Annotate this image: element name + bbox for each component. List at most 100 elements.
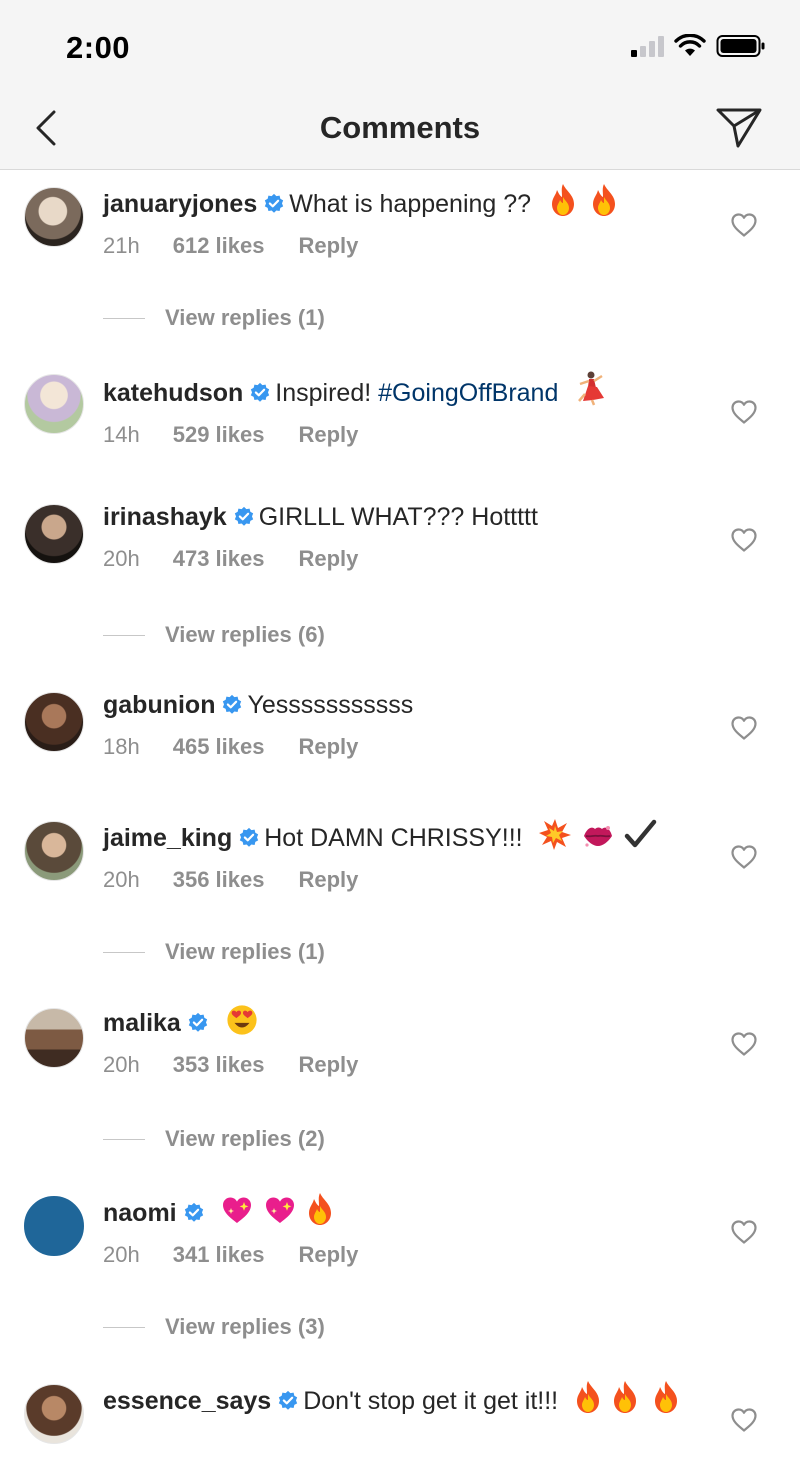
comment-likes[interactable]: 529 likes	[173, 422, 265, 448]
reply-button[interactable]: Reply	[298, 1052, 358, 1078]
comment-time: 14h	[103, 422, 140, 447]
view-replies-label: View replies (1)	[165, 939, 325, 964]
reply-button[interactable]: Reply	[298, 867, 358, 893]
view-replies-button[interactable]: View replies (6)	[103, 622, 325, 648]
cellular-signal-icon	[631, 35, 664, 57]
view-replies-label: View replies (2)	[165, 1126, 325, 1151]
divider-line	[103, 1138, 145, 1140]
comment-text: Yesssssssssss	[247, 691, 414, 719]
comment-item: essence_says Don't stop get it get it!!!	[0, 1380, 800, 1470]
share-button[interactable]	[714, 102, 764, 152]
check-mark-emoji-icon	[623, 817, 657, 851]
comment-likes[interactable]: 473 likes	[173, 546, 265, 572]
comment-time: 20h	[103, 546, 140, 571]
fire-emoji-icon	[589, 183, 619, 217]
comment-text: GIRLLL WHAT??? Hottttt	[258, 503, 538, 531]
wifi-icon	[674, 34, 706, 56]
view-replies-button[interactable]: View replies (2)	[103, 1126, 325, 1152]
comment-text: What is happening ??	[289, 190, 532, 218]
divider-line	[103, 317, 145, 319]
comment-time: 18h	[103, 734, 140, 759]
like-heart-icon[interactable]	[730, 1219, 758, 1245]
kiss-mark-emoji-icon	[581, 821, 615, 851]
status-time: 2:00	[66, 30, 131, 65]
comment-item: naomi 20h 341 likes Reply View replies (…	[0, 1192, 800, 1352]
avatar[interactable]	[24, 1008, 84, 1068]
comment-username[interactable]: essence_says	[103, 1387, 271, 1415]
comment-username[interactable]: jaime_king	[103, 824, 232, 852]
collision-emoji-icon	[538, 817, 572, 851]
comment-item: januaryjones What is happening ?? 21h 612…	[0, 183, 800, 343]
divider-line	[103, 634, 145, 636]
like-heart-icon[interactable]	[730, 1407, 758, 1433]
view-replies-button[interactable]: View replies (1)	[103, 939, 325, 965]
like-heart-icon[interactable]	[730, 399, 758, 425]
comment-username[interactable]: malika	[103, 1009, 181, 1037]
verified-badge-icon	[221, 694, 243, 716]
battery-icon	[716, 35, 765, 57]
status-bar: 2:00	[0, 0, 800, 88]
view-replies-label: View replies (1)	[165, 305, 325, 330]
verified-badge-icon	[238, 827, 260, 849]
status-icons	[631, 34, 766, 58]
comment-item: gabunion Yesssssssssss 18h 465 likes Repl…	[0, 688, 800, 788]
like-heart-icon[interactable]	[730, 527, 758, 553]
comment-item: irinashayk GIRLLL WHAT??? Hottttt 20h 473…	[0, 500, 800, 660]
comment-username[interactable]: gabunion	[103, 691, 215, 719]
avatar[interactable]	[24, 187, 84, 247]
verified-badge-icon	[277, 1390, 299, 1412]
comment-item: jaime_king Hot DAMN CHRISSY!!! 20h 356 li…	[0, 817, 800, 977]
comment-time: 20h	[103, 867, 140, 892]
reply-button[interactable]: Reply	[298, 546, 358, 572]
avatar[interactable]	[24, 1384, 84, 1444]
comment-likes[interactable]: 612 likes	[173, 233, 265, 259]
verified-badge-icon	[233, 506, 255, 528]
comment-likes[interactable]: 353 likes	[173, 1052, 265, 1078]
fire-emoji-icon	[305, 1192, 335, 1226]
hashtag-link[interactable]: #GoingOffBrand	[378, 379, 558, 407]
avatar[interactable]	[24, 504, 84, 564]
like-heart-icon[interactable]	[730, 1031, 758, 1057]
reply-button[interactable]: Reply	[298, 422, 358, 448]
comment-username[interactable]: irinashayk	[103, 503, 227, 531]
comment-text: Inspired!	[275, 379, 372, 407]
fire-emoji-icon	[610, 1380, 640, 1414]
comment-username[interactable]: katehudson	[103, 379, 243, 407]
divider-line	[103, 1326, 145, 1328]
reply-button[interactable]: Reply	[298, 233, 358, 259]
verified-badge-icon	[187, 1012, 209, 1034]
comment-likes[interactable]: 356 likes	[173, 867, 265, 893]
comment-text: Don't stop get it get it!!!	[303, 1387, 559, 1415]
comment-username[interactable]: naomi	[103, 1199, 177, 1227]
view-replies-label: View replies (6)	[165, 622, 325, 647]
comment-text: Hot DAMN CHRISSY!!!	[264, 824, 523, 852]
like-heart-icon[interactable]	[730, 715, 758, 741]
avatar[interactable]	[24, 692, 84, 752]
verified-badge-icon	[263, 193, 285, 215]
paper-plane-icon	[716, 108, 762, 148]
avatar[interactable]	[24, 374, 84, 434]
avatar[interactable]	[24, 1196, 84, 1256]
like-heart-icon[interactable]	[730, 212, 758, 238]
comment-username[interactable]: januaryjones	[103, 190, 257, 218]
verified-badge-icon	[249, 382, 271, 404]
comment-likes[interactable]: 465 likes	[173, 734, 265, 760]
fire-emoji-icon	[548, 183, 578, 217]
fire-emoji-icon	[651, 1380, 681, 1414]
like-heart-icon[interactable]	[730, 844, 758, 870]
view-replies-button[interactable]: View replies (1)	[103, 305, 325, 331]
reply-button[interactable]: Reply	[298, 734, 358, 760]
page-title: Comments	[319, 110, 481, 145]
view-replies-button[interactable]: View replies (3)	[103, 1314, 325, 1340]
fire-emoji-icon	[573, 1380, 603, 1414]
dancer-emoji-icon	[571, 370, 605, 406]
avatar[interactable]	[24, 821, 84, 881]
comment-item: katehudson Inspired! #GoingOffBrand 14h 5…	[0, 370, 800, 470]
comment-likes[interactable]: 341 likes	[173, 1242, 265, 1268]
heart-eyes-emoji-icon	[226, 1004, 258, 1036]
comment-time: 21h	[103, 233, 140, 258]
view-replies-label: View replies (3)	[165, 1314, 325, 1339]
comment-time: 20h	[103, 1052, 140, 1077]
comments-header: Comments	[0, 88, 800, 170]
reply-button[interactable]: Reply	[298, 1242, 358, 1268]
